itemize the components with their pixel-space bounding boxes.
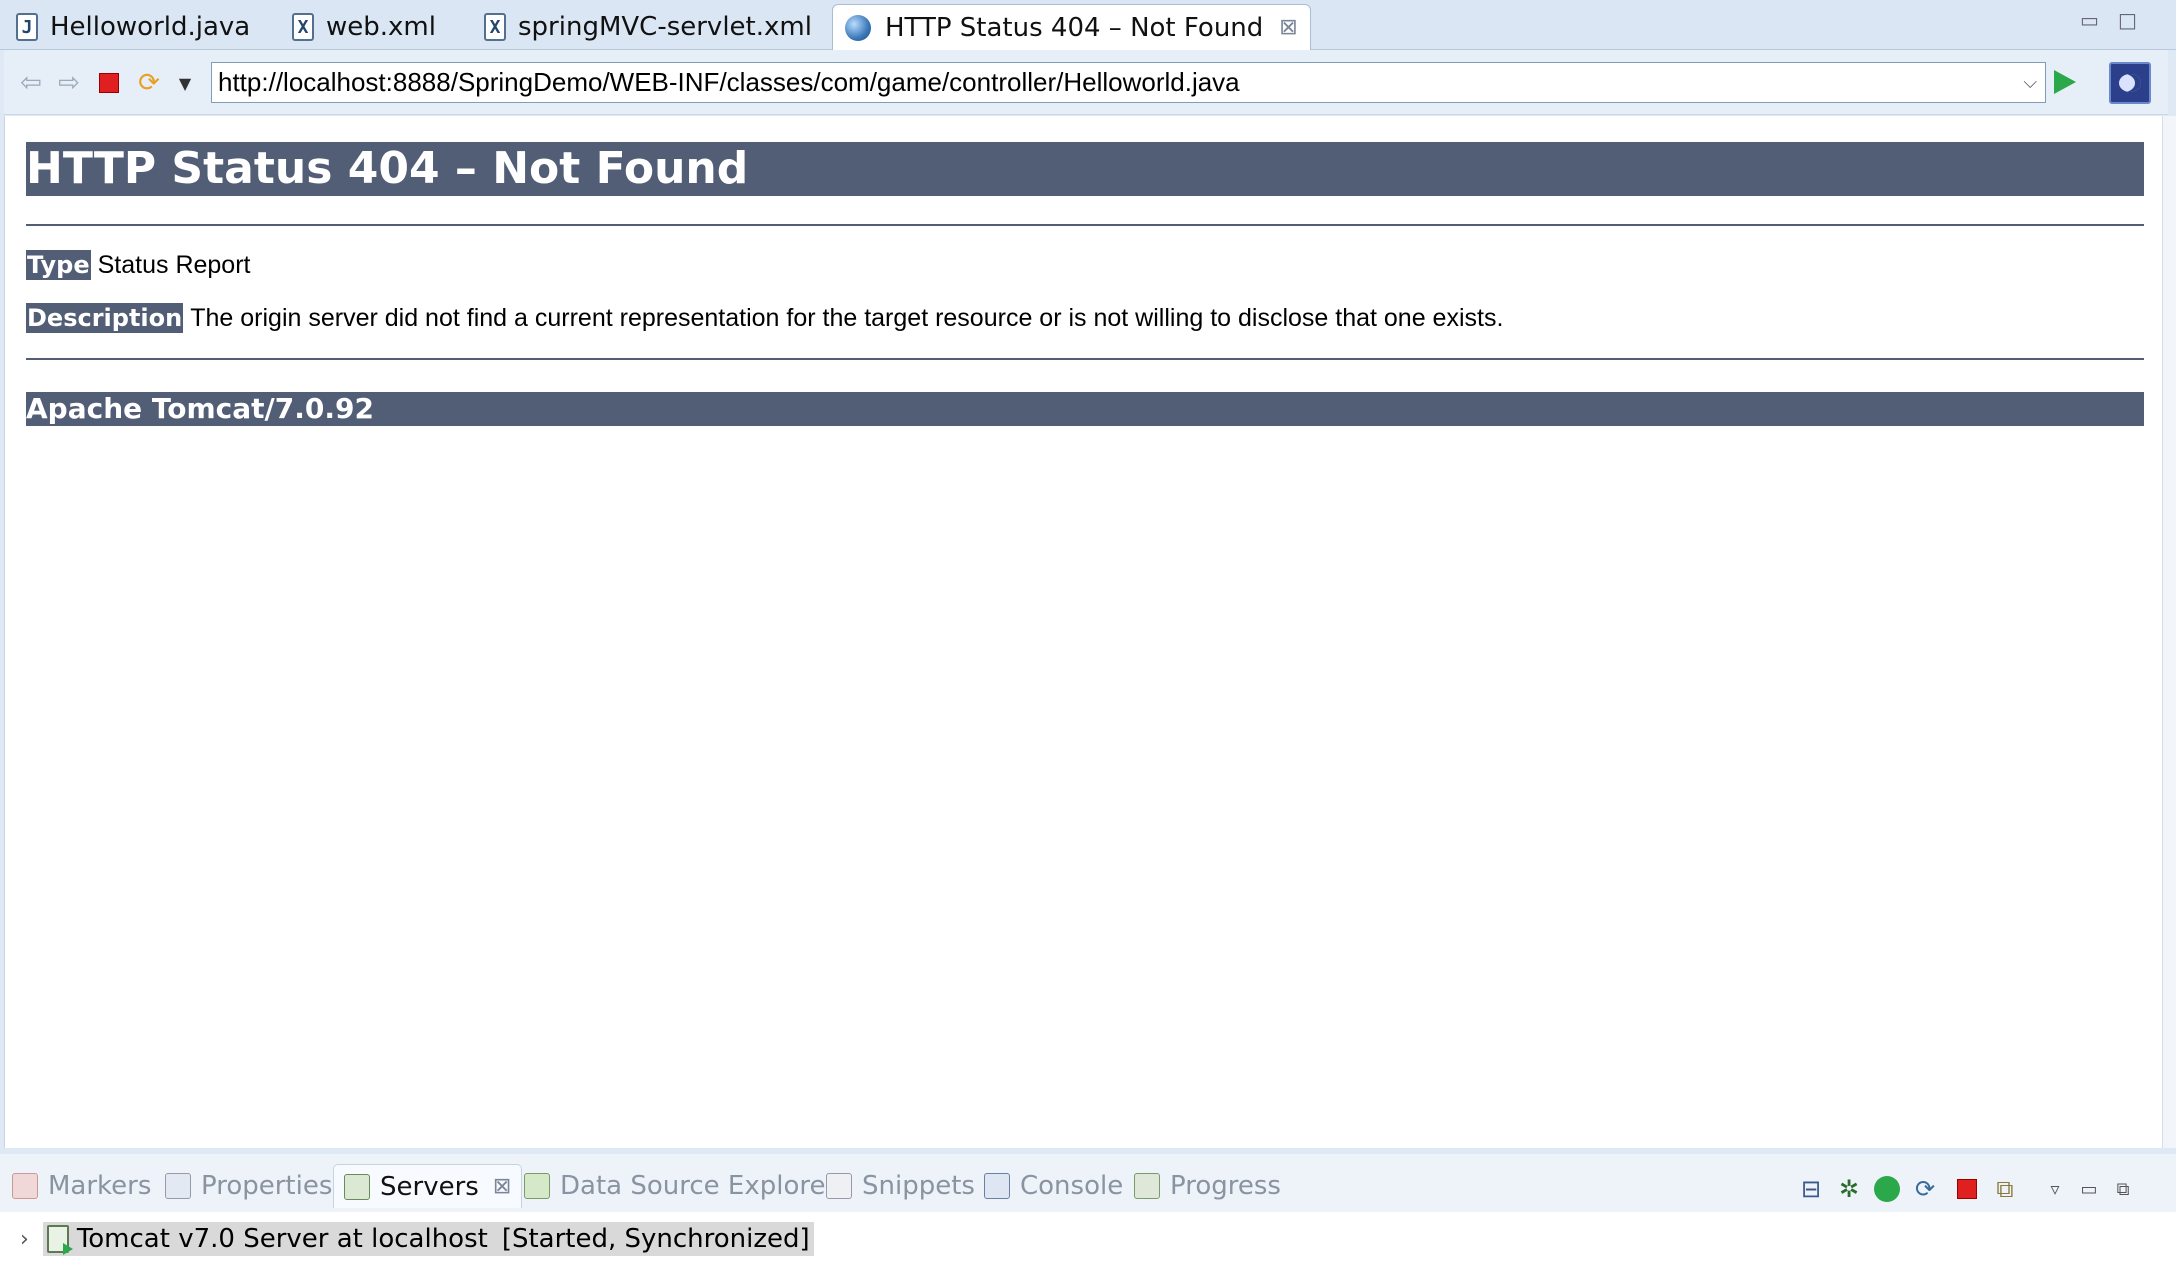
view-menu-icon[interactable]: ▿ xyxy=(2040,1174,2070,1204)
maximize-icon[interactable]: □ xyxy=(2118,8,2137,32)
profile-icon[interactable]: ⟳ xyxy=(1910,1174,1940,1204)
start-server-icon[interactable] xyxy=(1872,1174,1902,1204)
tab-label: Data Source Explorer xyxy=(560,1171,837,1201)
markers-icon xyxy=(12,1173,38,1199)
close-icon[interactable]: ⊠ xyxy=(1279,15,1297,40)
tab-label: Console xyxy=(1020,1171,1124,1201)
tab-label: springMVC-servlet.xml xyxy=(518,12,812,42)
description-label: Description xyxy=(26,303,184,333)
browser-content: HTTP Status 404 – Not Found Type Status … xyxy=(4,116,2162,1148)
eclipse-icon[interactable] xyxy=(2109,62,2151,104)
maximize-icon[interactable]: ⧉ xyxy=(2108,1174,2138,1204)
tab-label: Properties xyxy=(201,1171,333,1201)
snippets-icon xyxy=(826,1173,852,1199)
divider xyxy=(26,224,2144,226)
server-entry[interactable]: Tomcat v7.0 Server at localhost [Started… xyxy=(42,1222,814,1256)
chevron-down-icon[interactable]: ⌵ xyxy=(2023,63,2037,102)
tab-console[interactable]: Console xyxy=(984,1164,1123,1208)
editor-tab-bar: J Helloworld.java X web.xml X springMVC-… xyxy=(0,0,2176,50)
stop-server-icon[interactable] xyxy=(1952,1174,1982,1204)
chevron-right-icon[interactable]: › xyxy=(20,1227,29,1252)
tab-label: Helloworld.java xyxy=(50,12,251,42)
dropdown-arrow-icon[interactable]: ▼ xyxy=(170,68,200,98)
collapse-all-icon[interactable]: ⊟ xyxy=(1796,1174,1826,1204)
tab-label: Markers xyxy=(48,1171,152,1201)
servers-icon xyxy=(344,1173,370,1200)
divider xyxy=(26,358,2144,360)
bottom-panel: Markers Properties Servers ⊠ Data Source… xyxy=(0,1148,2176,1283)
xml-file-icon: X xyxy=(484,13,506,41)
browser-toolbar: ⇦ ⇨ ⟳ ▼ http://localhost:8888/SpringDemo… xyxy=(4,50,2168,115)
tab-servers[interactable]: Servers ⊠ xyxy=(333,1164,523,1208)
go-icon[interactable] xyxy=(2054,70,2076,94)
list-item[interactable]: › Tomcat v7.0 Server at localhost [Start… xyxy=(20,1222,814,1256)
tab-label: Servers xyxy=(380,1171,479,1202)
back-icon[interactable]: ⇦ xyxy=(16,68,46,98)
url-input[interactable]: http://localhost:8888/SpringDemo/WEB-INF… xyxy=(211,62,2046,103)
minimize-icon[interactable]: ▭ xyxy=(2074,1174,2104,1204)
close-icon[interactable]: ⊠ xyxy=(493,1174,511,1199)
xml-file-icon: X xyxy=(292,13,314,41)
stop-icon[interactable] xyxy=(94,68,124,98)
type-label: Type xyxy=(26,250,91,280)
eclipse-window: J Helloworld.java X web.xml X springMVC-… xyxy=(0,0,2176,1283)
description-value: The origin server did not find a current… xyxy=(190,303,1504,332)
page-title: HTTP Status 404 – Not Found xyxy=(26,142,2144,196)
globe-icon xyxy=(845,14,871,41)
tab-springmvc-servlet-xml[interactable]: X springMVC-servlet.xml xyxy=(484,4,812,50)
tab-helloworld-java[interactable]: J Helloworld.java xyxy=(16,4,250,50)
tab-label: web.xml xyxy=(326,12,436,42)
server-name: Tomcat v7.0 Server at localhost xyxy=(76,1224,488,1254)
panel-tab-bar: Markers Properties Servers ⊠ Data Source… xyxy=(0,1160,2176,1210)
server-icon xyxy=(46,1225,73,1255)
publish-icon[interactable]: ⧉ xyxy=(1990,1174,2020,1204)
tab-progress[interactable]: Progress xyxy=(1134,1164,1281,1208)
tab-markers[interactable]: Markers xyxy=(12,1164,151,1208)
tab-snippets[interactable]: Snippets xyxy=(826,1164,975,1208)
tab-label: Progress xyxy=(1170,1171,1281,1201)
servers-view: › Tomcat v7.0 Server at localhost [Start… xyxy=(0,1212,2176,1283)
forward-icon[interactable]: ⇨ xyxy=(54,68,84,98)
tab-label: Snippets xyxy=(862,1171,975,1201)
url-text: http://localhost:8888/SpringDemo/WEB-INF… xyxy=(218,67,1240,97)
tab-http-status-404[interactable]: HTTP Status 404 – Not Found ⊠ xyxy=(832,4,1311,50)
refresh-icon[interactable]: ⟳ xyxy=(134,68,164,98)
description-line: Description The origin server did not fi… xyxy=(26,303,1503,333)
server-status: [Started, Synchronized] xyxy=(501,1224,810,1254)
type-value: Status Report xyxy=(97,250,251,279)
tab-label: HTTP Status 404 – Not Found xyxy=(885,12,1264,43)
scrollbar[interactable] xyxy=(2162,116,2176,1148)
minimize-icon[interactable]: ▭ xyxy=(2080,8,2099,32)
server-footer: Apache Tomcat/7.0.92 xyxy=(26,392,2144,426)
data-source-icon xyxy=(524,1173,550,1199)
type-line: Type Status Report xyxy=(26,250,250,280)
properties-icon xyxy=(165,1173,191,1199)
java-file-icon: J xyxy=(16,13,38,41)
debug-icon[interactable]: ✲ xyxy=(1834,1174,1864,1204)
console-icon xyxy=(984,1173,1010,1199)
tab-web-xml[interactable]: X web.xml xyxy=(292,4,436,50)
progress-icon xyxy=(1134,1173,1160,1199)
tab-data-source-explorer[interactable]: Data Source Explorer xyxy=(524,1164,836,1208)
tab-properties[interactable]: Properties xyxy=(165,1164,332,1208)
